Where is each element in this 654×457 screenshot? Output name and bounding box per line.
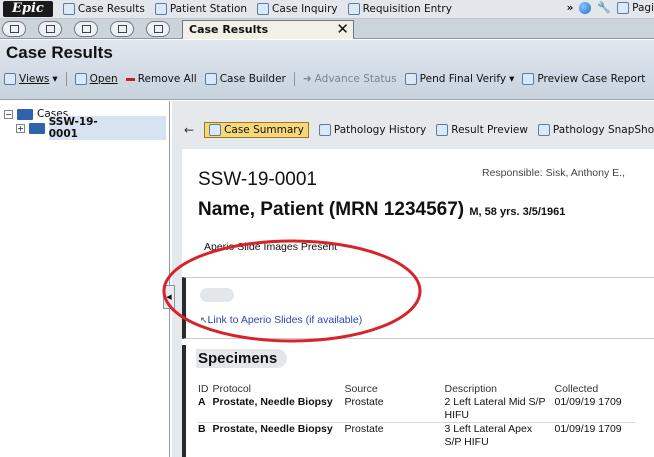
tab-case-results[interactable]: Case Results ✕ — [182, 20, 354, 39]
tab-pill-3[interactable] — [74, 21, 98, 37]
col-id: ID — [198, 383, 209, 395]
globe-icon[interactable] — [579, 1, 592, 14]
specimens-table: ID Protocol Source Description Collected… — [198, 383, 635, 449]
epic-toolbar: Epic Case Results Patient Station Case I… — [0, 0, 654, 19]
page-title: Case Results — [6, 43, 113, 62]
external-link-icon: ↖ — [200, 315, 208, 325]
pend-final-verify-button[interactable]: Pend Final Verify ▾ — [404, 73, 515, 85]
back-arrow-icon[interactable]: ← — [184, 123, 194, 137]
toolbar-case-results[interactable]: Case Results — [62, 3, 145, 15]
pager-icon — [617, 1, 630, 14]
open-icon — [74, 73, 87, 85]
arrow-right-icon: ➜ — [302, 73, 312, 85]
case-tree: − Cases + SSW-19-0001 — [0, 101, 170, 457]
section-header-pill — [200, 288, 234, 302]
collapse-icon[interactable]: − — [4, 109, 13, 119]
case-builder-button[interactable]: Case Builder — [204, 73, 286, 85]
folder-icon — [28, 122, 45, 134]
expand-icon[interactable]: + — [16, 123, 25, 133]
toolbar-case-inquiry[interactable]: Case Inquiry — [257, 3, 338, 15]
patient-demographics: M, 58 yrs. 3/5/1961 — [469, 206, 566, 218]
epic-logo[interactable]: Epic — [3, 1, 53, 17]
table-row[interactable]: A Prostate, Needle Biopsy Prostate 2 Lef… — [198, 396, 635, 423]
toolbar-requisition-entry[interactable]: Requisition Entry — [347, 3, 452, 15]
toolbar-pagi[interactable]: Pagi — [617, 1, 654, 14]
tab-pill-5[interactable] — [146, 21, 170, 37]
tab-pill-1[interactable] — [2, 21, 26, 37]
aperio-present-label: Aperio Slide Images Present — [204, 241, 338, 253]
report-icon — [537, 124, 550, 136]
views-icon — [4, 73, 16, 85]
close-icon[interactable]: ✕ — [336, 20, 349, 38]
report-icon — [436, 124, 449, 136]
table-row[interactable]: B Prostate, Needle Biopsy Prostate 3 Lef… — [198, 422, 635, 449]
case-builder-icon — [204, 73, 217, 85]
toolbar-patient-station[interactable]: Patient Station — [154, 3, 247, 15]
tab-result-preview[interactable]: Result Preview — [436, 124, 528, 136]
aperio-link-section: ↖Link to Aperio Slides (if available) — [182, 277, 654, 339]
remove-all-button[interactable]: Remove All — [125, 73, 197, 85]
case-id: SSW-19-0001 — [198, 169, 317, 190]
chevron-down-icon: ▾ — [509, 73, 515, 85]
tab-row: Case Results ✕ — [0, 19, 654, 39]
col-source: Source — [344, 383, 378, 395]
case-panel: ← Case Summary Pathology History Result … — [172, 101, 654, 457]
responsible-provider: Responsible: Sisk, Anthony E., — [482, 167, 625, 179]
specimens-section: Specimens ID Protocol Source Description… — [182, 345, 654, 457]
advance-status-button[interactable]: ➜ Advance Status — [303, 73, 397, 85]
verify-icon — [404, 73, 417, 85]
col-protocol: Protocol — [212, 383, 252, 395]
tab-pill-2[interactable] — [38, 21, 62, 37]
specimens-title: Specimens — [196, 349, 288, 368]
patient-name: Name, Patient (MRN 1234567) — [198, 199, 465, 220]
report-navbar: ← Case Summary Pathology History Result … — [172, 119, 654, 141]
folder-icon — [17, 108, 33, 120]
wrench-icon[interactable]: 🔧 — [597, 1, 611, 14]
case-summary-content: SSW-19-0001 Responsible: Sisk, Anthony E… — [182, 149, 654, 457]
report-icon — [318, 124, 331, 136]
activity-header: Case Results Views ▾ Open Remove All Case… — [0, 40, 654, 100]
patient-station-icon — [154, 3, 167, 15]
tab-pathology-history[interactable]: Pathology History — [318, 124, 426, 136]
tab-case-summary[interactable]: Case Summary — [204, 122, 309, 138]
requisition-entry-icon — [347, 3, 360, 15]
case-summary-icon — [209, 124, 222, 136]
minus-icon — [125, 77, 135, 81]
patient-header: Name, Patient (MRN 1234567) M, 58 yrs. 3… — [198, 199, 565, 221]
collapse-panel-handle[interactable]: ◀ — [163, 285, 175, 309]
tab-pathology-snapshot[interactable]: Pathology SnapShot — [537, 124, 654, 136]
tree-item-case[interactable]: + SSW-19-0001 — [4, 116, 166, 140]
col-collected: Collected — [554, 383, 599, 395]
overflow-menu-button[interactable]: » — [567, 2, 574, 14]
toolbar-divider — [293, 72, 295, 86]
tab-pill-4[interactable] — [110, 21, 134, 37]
col-description: Description — [444, 383, 498, 395]
case-results-icon — [62, 3, 75, 15]
case-inquiry-icon — [257, 3, 270, 15]
preview-case-report-button[interactable]: Preview Case Report — [522, 73, 645, 85]
open-button[interactable]: Open — [74, 73, 118, 85]
chevron-down-icon: ▾ — [52, 73, 58, 85]
views-button[interactable]: Views ▾ — [4, 73, 58, 85]
activity-toolbar: Views ▾ Open Remove All Case Builder ➜ Adv… — [4, 72, 645, 86]
preview-icon — [522, 73, 535, 85]
aperio-link[interactable]: ↖Link to Aperio Slides (if available) — [200, 314, 362, 326]
toolbar-divider — [65, 72, 67, 86]
